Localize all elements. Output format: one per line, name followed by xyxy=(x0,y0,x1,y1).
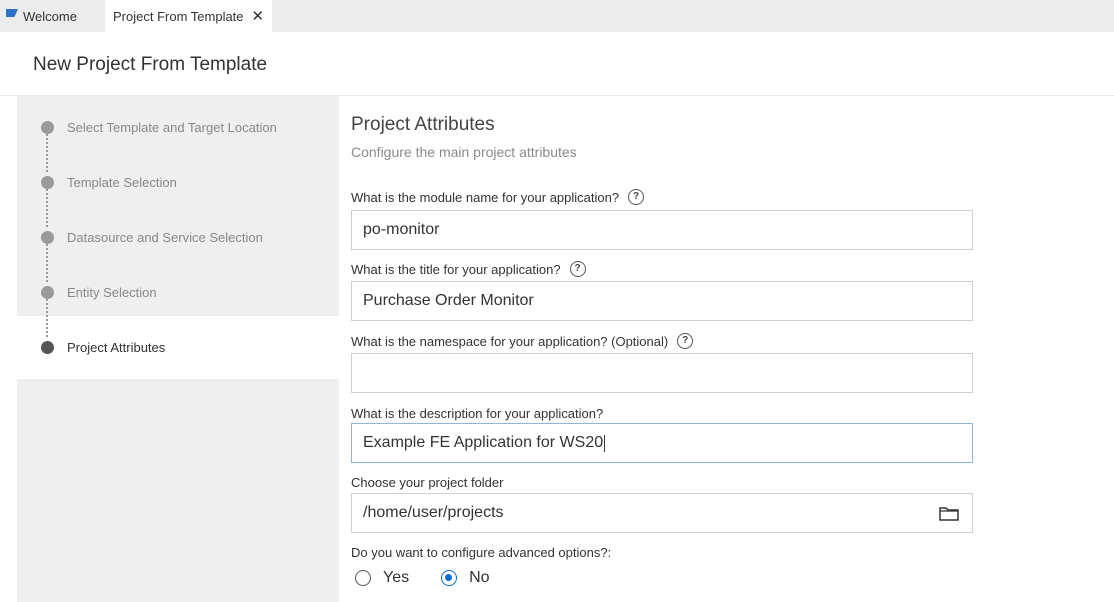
step-dot-icon xyxy=(41,121,54,134)
step-label: Template Selection xyxy=(67,175,177,190)
sap-logo-icon xyxy=(6,9,18,17)
step-dot-icon xyxy=(41,286,54,299)
step-entity-selection[interactable]: Entity Selection xyxy=(41,285,157,300)
field-label: What is the namespace for your applicati… xyxy=(351,333,669,349)
step-datasource[interactable]: Datasource and Service Selection xyxy=(41,230,263,245)
field-label: What is the module name for your applica… xyxy=(351,189,620,205)
title-label: What is the title for your application? … xyxy=(351,261,586,277)
step-connector xyxy=(46,134,48,172)
section-subtitle: Configure the main project attributes xyxy=(351,144,577,160)
module-name-label: What is the module name for your applica… xyxy=(351,189,645,205)
description-input[interactable]: Example FE Application for WS20 xyxy=(351,423,973,463)
step-label: Select Template and Target Location xyxy=(67,120,277,135)
tab-project-label: Project From Template xyxy=(113,8,244,24)
help-icon[interactable]: ? xyxy=(569,261,586,277)
folder-icon[interactable] xyxy=(939,506,959,521)
step-template-selection[interactable]: Template Selection xyxy=(41,175,177,190)
radio-label: No xyxy=(469,569,490,586)
field-value: Example FE Application for WS20 xyxy=(363,434,604,451)
tab-bar: Welcome Project From Template ✕ xyxy=(0,0,1114,32)
radio-yes[interactable]: Yes xyxy=(355,569,409,587)
tab-project-from-template[interactable]: Project From Template ✕ xyxy=(105,0,272,32)
radio-icon xyxy=(441,570,458,586)
tab-welcome[interactable]: Welcome xyxy=(0,0,104,32)
project-folder-input[interactable]: /home/user/projects xyxy=(351,493,973,533)
radio-label: Yes xyxy=(383,569,410,586)
step-dot-icon xyxy=(41,231,54,244)
text-caret xyxy=(604,434,606,452)
tab-welcome-label: Welcome xyxy=(23,8,77,24)
advanced-options-label: Do you want to configure advanced option… xyxy=(351,545,611,560)
step-dot-icon xyxy=(41,341,54,354)
namespace-input[interactable] xyxy=(351,353,973,393)
field-value: /home/user/projects xyxy=(363,504,504,521)
namespace-label: What is the namespace for your applicati… xyxy=(351,333,694,349)
step-project-attributes[interactable]: Project Attributes xyxy=(41,340,165,355)
advanced-options-radio-group: Yes No xyxy=(351,569,490,587)
field-label: Do you want to configure advanced option… xyxy=(351,545,612,560)
help-icon[interactable]: ? xyxy=(628,189,645,205)
field-label: What is the description for your applica… xyxy=(351,406,604,421)
close-icon[interactable]: ✕ xyxy=(252,7,265,25)
help-icon[interactable]: ? xyxy=(677,333,694,349)
step-connector xyxy=(46,299,48,337)
title-input[interactable]: Purchase Order Monitor xyxy=(351,281,973,321)
step-select-template[interactable]: Select Template and Target Location xyxy=(41,120,277,135)
field-value: Purchase Order Monitor xyxy=(363,292,534,309)
step-connector xyxy=(46,189,48,227)
field-label: Choose your project folder xyxy=(351,475,504,490)
step-label: Project Attributes xyxy=(67,340,166,355)
radio-icon xyxy=(355,570,371,586)
folder-label: Choose your project folder xyxy=(351,475,503,490)
field-value: po-monitor xyxy=(363,221,440,238)
page-title: New Project From Template xyxy=(33,54,268,75)
step-connector xyxy=(46,244,48,282)
module-name-input[interactable]: po-monitor xyxy=(351,210,973,250)
description-label: What is the description for your applica… xyxy=(351,406,603,421)
step-dot-icon xyxy=(41,176,54,189)
field-label: What is the title for your application? xyxy=(351,261,561,277)
section-title: Project Attributes xyxy=(351,114,495,135)
step-label: Datasource and Service Selection xyxy=(67,230,263,245)
radio-no[interactable]: No xyxy=(441,569,490,587)
step-label: Entity Selection xyxy=(67,285,157,300)
